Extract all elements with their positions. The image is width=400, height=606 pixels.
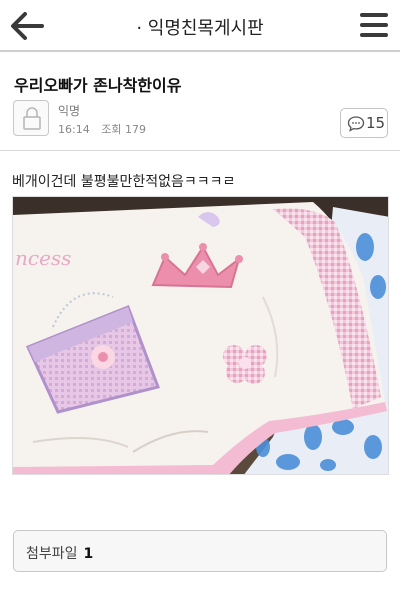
post-header: 우리오빠가 존나착한이유 익명 16:14 조회 179 15 bbox=[0, 54, 400, 151]
author-name: 익명 bbox=[58, 104, 81, 118]
post-body: 베개이건데 불평불만한적없음ㅋㅋㅋㄹ bbox=[12, 174, 236, 190]
avatar bbox=[13, 100, 49, 136]
views-label: 조회 bbox=[101, 123, 122, 136]
board-title: · 익명친목게시판 bbox=[136, 18, 264, 39]
lock-icon bbox=[23, 107, 41, 130]
speech-bubble-icon bbox=[347, 116, 365, 132]
post-title: 우리오빠가 존나착한이유 bbox=[14, 76, 182, 95]
pillow-photo: ncess bbox=[13, 197, 388, 474]
post-meta: 16:14 조회 179 bbox=[58, 121, 146, 137]
post-time: 16:14 bbox=[58, 123, 90, 136]
attachment-label: 첨부파일 bbox=[26, 546, 78, 562]
top-bar: · 익명친목게시판 bbox=[0, 0, 400, 52]
views-count: 179 bbox=[124, 123, 146, 136]
attachment-count: 1 bbox=[83, 546, 94, 562]
menu-button[interactable] bbox=[360, 13, 388, 39]
post-photo[interactable]: ncess bbox=[12, 196, 389, 475]
comment-count: 15 bbox=[366, 114, 386, 132]
photo-princess-text: ncess bbox=[15, 246, 71, 270]
hamburger-menu-icon bbox=[360, 13, 388, 17]
comment-button[interactable]: 15 bbox=[340, 108, 388, 138]
attachment-button[interactable]: 첨부파일 1 bbox=[13, 530, 387, 572]
